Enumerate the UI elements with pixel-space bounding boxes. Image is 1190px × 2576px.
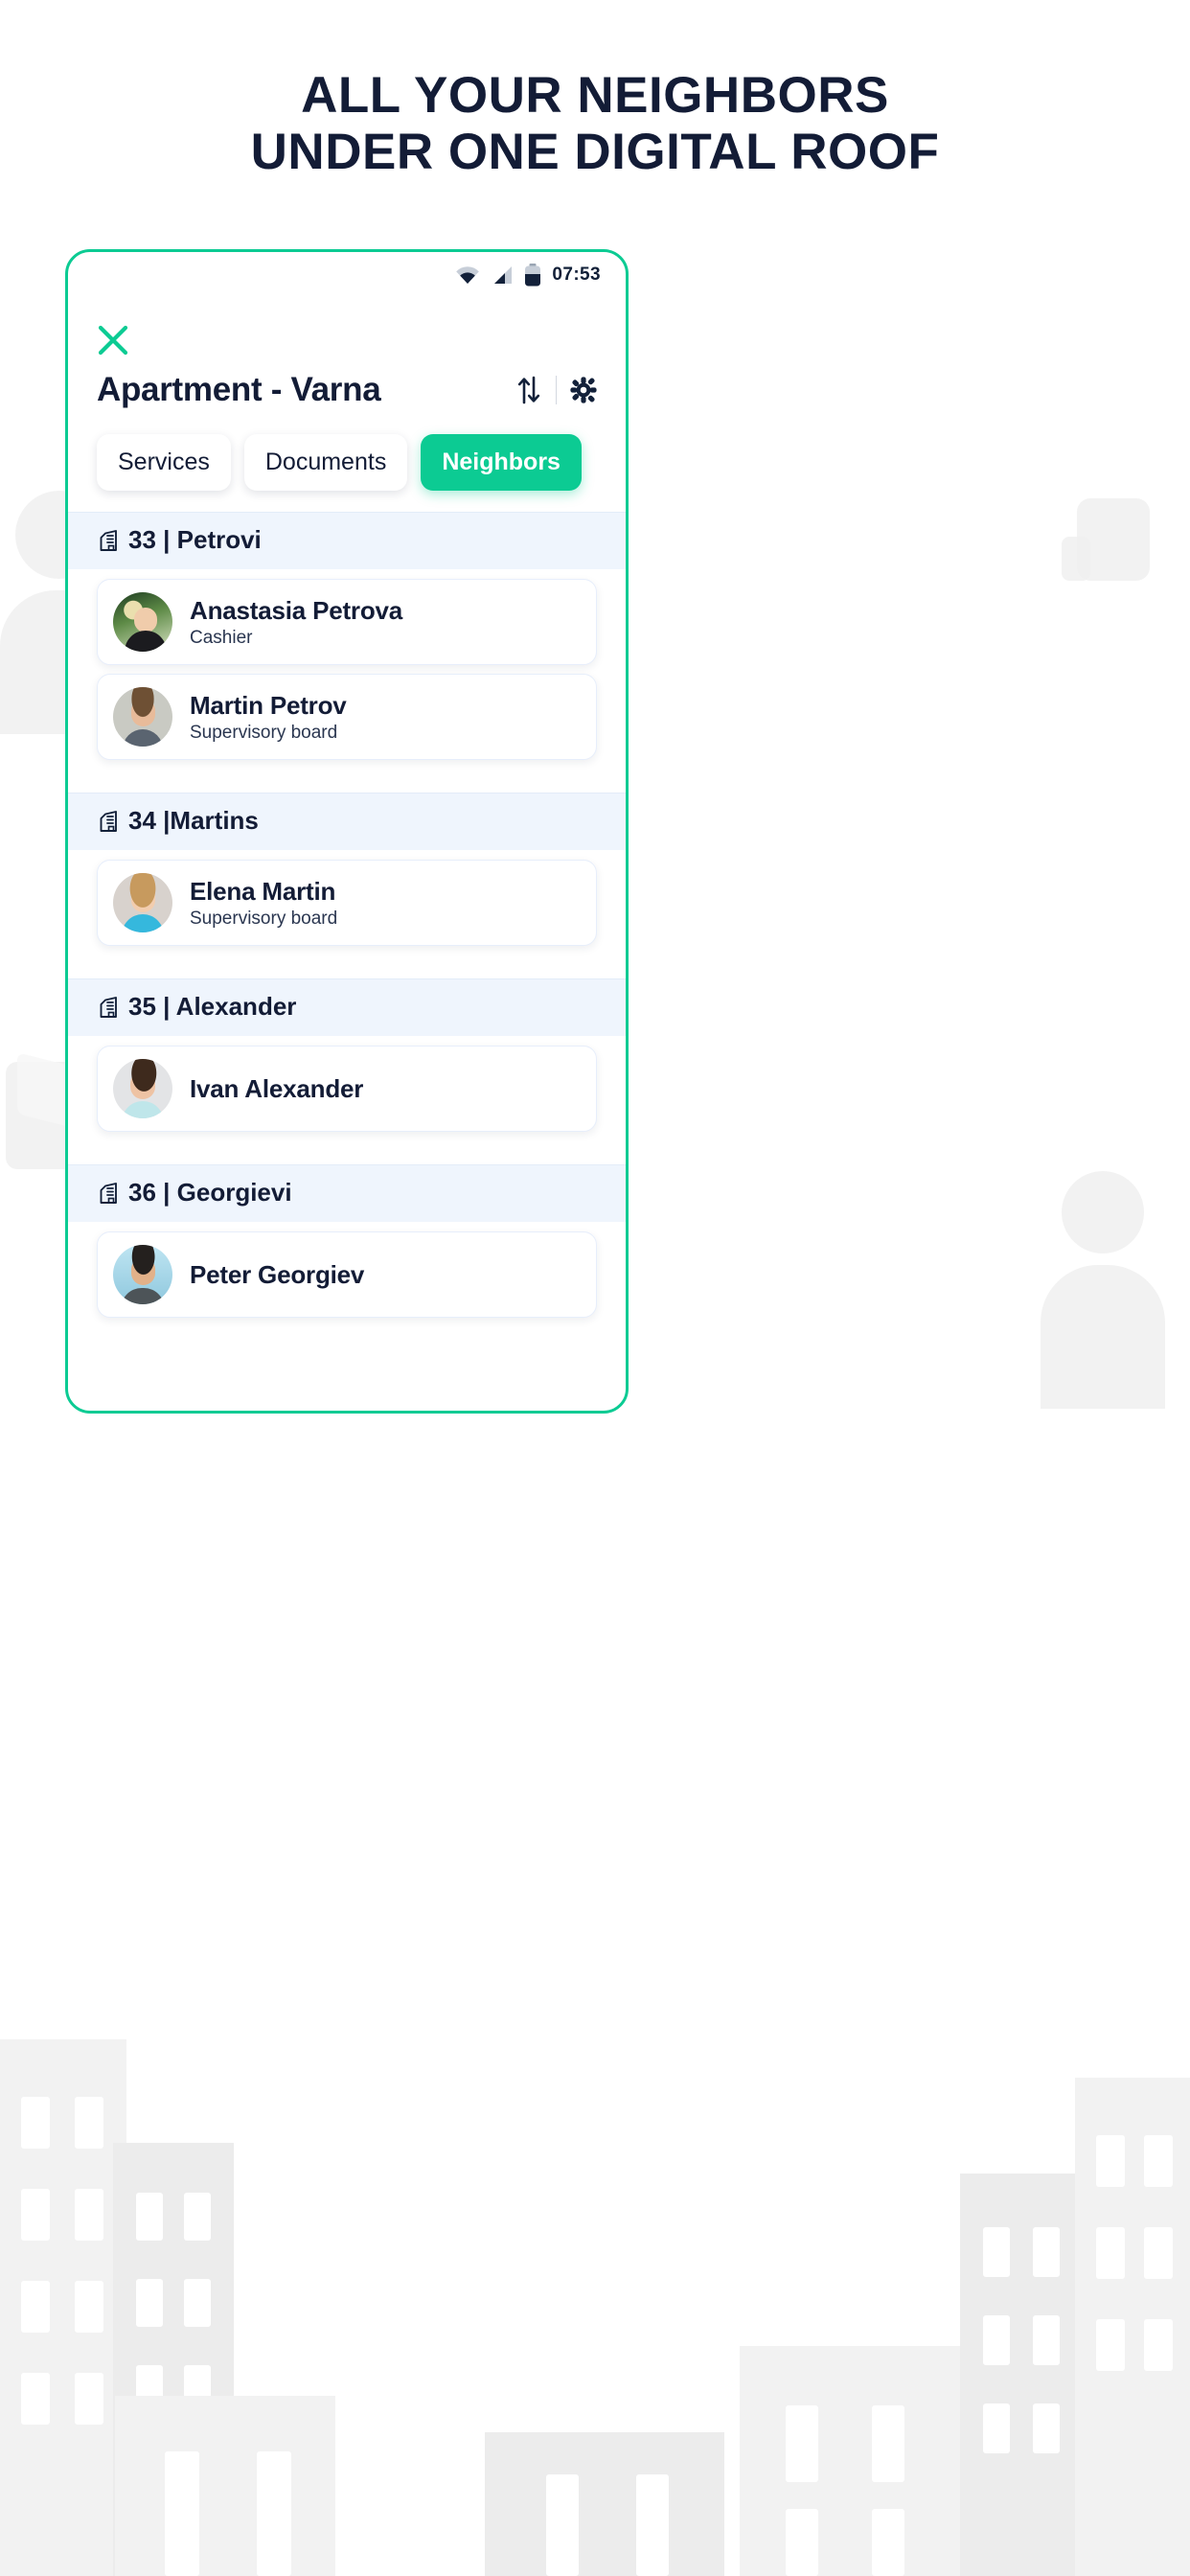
group-title: 36 | Georgievi [128,1178,292,1207]
bg-building-2 [113,2143,234,2576]
header-actions [515,375,597,405]
group-body: Peter Georgiev [68,1222,626,1350]
building-icon [97,529,120,552]
resident-card[interactable]: Peter Georgiev [97,1231,597,1318]
apartment-group: 36 | Georgievi Peter Georgiev [68,1164,626,1350]
resident-info: Peter Georgiev [190,1260,364,1290]
page-title-line-1: ALL YOUR NEIGHBORS [301,67,889,124]
resident-role: Supervisory board [190,722,338,743]
avatar [113,873,172,932]
resident-card[interactable]: Anastasia Petrova Cashier [97,579,597,665]
avatar [113,592,172,652]
group-title: 35 | Alexander [128,992,297,1021]
bg-thumbs-up-icon [1077,498,1150,581]
group-body: Elena Martin Supervisory board [68,850,626,978]
wifi-icon [455,265,480,285]
group-body: Ivan Alexander [68,1036,626,1164]
resident-card[interactable]: Martin Petrov Supervisory board [97,674,597,760]
bg-building-6 [960,2174,1087,2576]
resident-name: Anastasia Petrova [190,595,403,625]
promo-screenshot: ALL YOUR NEIGHBORS UNDER ONE DIGITAL ROO… [0,0,1190,2576]
group-header[interactable]: 33 | Petrovi [68,512,626,569]
bg-building-5 [740,2346,960,2576]
bg-building-4 [485,2432,724,2576]
building-icon [97,996,120,1019]
app-header: Apartment - Varna Services Documents Nei… [68,298,626,491]
status-bar-time: 07:53 [552,264,601,285]
group-header[interactable]: 35 | Alexander [68,978,626,1036]
bg-thumbs-up-stem [1062,537,1090,581]
tab-documents[interactable]: Documents [243,434,408,491]
bg-person-right-body [1041,1265,1165,1409]
avatar [113,687,172,747]
header-divider [556,376,557,404]
group-title: 34 |Martins [128,806,259,835]
tab-services[interactable]: Services [97,434,231,491]
apartment-group: 35 | Alexander Ivan Alexander [68,978,626,1164]
gear-icon[interactable] [570,377,597,403]
building-icon [97,810,120,833]
resident-card[interactable]: Elena Martin Supervisory board [97,860,597,946]
resident-name: Peter Georgiev [190,1259,365,1289]
neighbors-list[interactable]: 33 | Petrovi Anastasia Petrova Cashier M… [68,512,626,1411]
bg-cityscape [0,1905,1190,2576]
avatar [113,1245,172,1304]
signal-icon [491,265,514,285]
close-icon[interactable] [97,324,129,356]
apartment-group: 33 | Petrovi Anastasia Petrova Cashier M… [68,512,626,793]
resident-role: Supervisory board [190,908,338,929]
close-row [97,315,597,365]
avatar [113,1059,172,1118]
page-title: ALL YOUR NEIGHBORS UNDER ONE DIGITAL ROO… [0,67,1190,181]
phone-mockup: 07:53 Apartment - Varna Services Documen… [65,249,629,1414]
bg-building-1 [0,2039,126,2576]
group-header[interactable]: 36 | Georgievi [68,1164,626,1222]
bg-person-right [1062,1171,1144,1254]
bg-building-3 [115,2396,335,2576]
tab-neighbors[interactable]: Neighbors [421,434,582,491]
tab-bar: Services Documents Neighbors [97,409,597,491]
apartment-group: 34 |Martins Elena Martin Supervisory boa… [68,793,626,978]
title-row: Apartment - Varna [97,371,597,409]
resident-role: Cashier [190,627,253,648]
resident-info: Ivan Alexander [190,1074,363,1104]
bg-building-7 [1075,2078,1190,2576]
resident-info: Anastasia Petrova Cashier [190,596,402,649]
resident-card[interactable]: Ivan Alexander [97,1046,597,1132]
group-body: Anastasia Petrova Cashier Martin Petrov [68,569,626,793]
building-icon [97,1182,120,1205]
app-title: Apartment - Varna [97,371,381,408]
page-title-line-2: UNDER ONE DIGITAL ROOF [250,124,940,181]
group-title: 33 | Petrovi [128,525,262,554]
status-bar: 07:53 [68,252,626,298]
resident-name: Ivan Alexander [190,1073,364,1103]
sort-arrows-icon[interactable] [515,375,542,405]
group-header[interactable]: 34 |Martins [68,793,626,850]
resident-name: Elena Martin [190,876,336,906]
resident-info: Elena Martin Supervisory board [190,877,337,930]
battery-icon [524,264,541,287]
resident-name: Martin Petrov [190,690,347,720]
resident-info: Martin Petrov Supervisory board [190,691,347,744]
